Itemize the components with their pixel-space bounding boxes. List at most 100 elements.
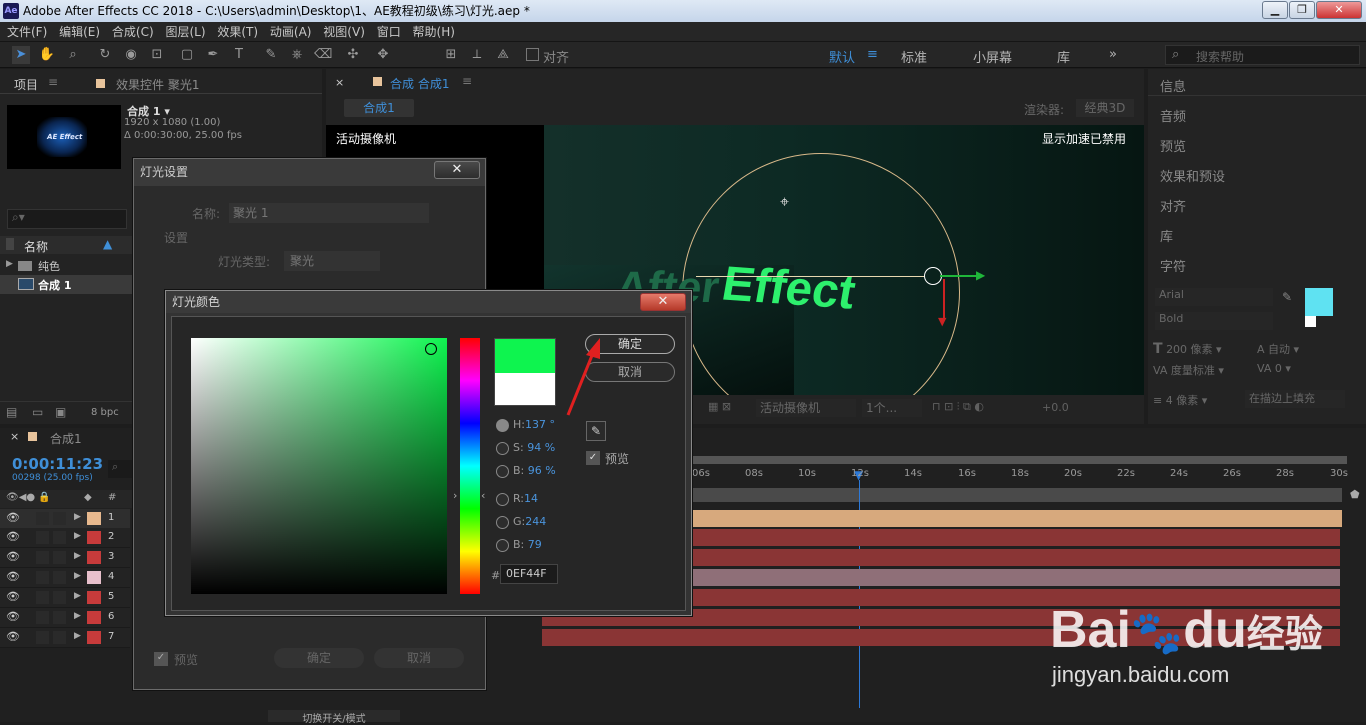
menu-composition[interactable]: 合成(C) [108,22,158,42]
effects-presets-panel-tab[interactable]: 效果和预设 [1160,166,1225,185]
solo-switch[interactable] [36,571,49,584]
menu-animation[interactable]: 动画(A) [266,22,316,42]
maximize-button[interactable]: ❐ [1289,1,1315,19]
view-axis-icon[interactable]: ⟁ [494,46,512,64]
blue-radio[interactable] [496,539,509,552]
workspace-menu-icon[interactable]: ≡ [867,47,878,62]
brightness-field[interactable]: B: 96 % [513,464,556,477]
hue-slider[interactable] [460,338,480,594]
layer-row[interactable]: 👁 ▶ 1 [0,509,130,529]
eyedropper-icon[interactable]: ✎ [1282,290,1292,304]
camera-dropdown[interactable]: 活动摄像机 [756,399,856,417]
stroke-width-field[interactable]: ≡ 4 像素 ▾ [1153,392,1207,408]
comp-marker-icon[interactable]: ⬟ [1350,488,1360,501]
expand-layer-icon[interactable]: ▶ [74,512,81,522]
world-axis-icon[interactable]: ⟂ [468,46,486,64]
solo-switch[interactable] [36,631,49,644]
light-name-field[interactable]: 聚光 1 [229,203,429,223]
workspace-small-screen[interactable]: 小屏幕 [973,47,1012,66]
libraries-panel-tab[interactable]: 库 [1160,226,1173,245]
expand-layer-icon[interactable]: ▶ [74,531,81,541]
timeline-search-input[interactable]: ⌕ [108,460,132,478]
cancel-button-disabled[interactable]: 取消 [374,648,464,668]
menu-layer[interactable]: 图层(L) [161,22,209,42]
leading-field[interactable]: A 自动 ▾ [1257,341,1299,357]
eyedropper-icon[interactable]: ✎ [586,421,606,441]
layer-label-color[interactable] [87,631,101,644]
workspace-default[interactable]: 默认 [829,47,855,66]
workspace-overflow-icon[interactable]: » [1109,47,1117,62]
minimize-button[interactable]: ▁ [1262,1,1288,19]
close-dialog-button[interactable]: ✕ [434,161,480,179]
stroke-mode-dropdown[interactable]: 在描边上填充 [1245,390,1345,408]
ok-button-disabled[interactable]: 确定 [274,648,364,668]
clone-stamp-tool-icon[interactable]: ⎈ [288,46,306,64]
bit-depth[interactable]: 8 bpc [91,407,119,418]
saturation-brightness-field[interactable] [191,338,447,594]
layer-row[interactable]: 👁 ▶ 4 [0,568,130,588]
close-dialog-button[interactable]: ✕ [640,293,686,311]
menu-edit[interactable]: 编辑(E) [55,22,104,42]
lock-switch[interactable] [53,631,66,644]
layer-label-color[interactable] [87,531,101,544]
local-axis-icon[interactable]: ⊞ [442,46,460,64]
layer-label-color[interactable] [87,551,101,564]
close-window-button[interactable]: ✕ [1316,1,1362,19]
exposure-value[interactable]: +0.0 [1042,401,1069,414]
y-axis-arrow[interactable] [943,279,945,319]
lock-switch[interactable] [53,551,66,564]
selection-tool-icon[interactable]: ➤ [12,46,30,64]
preview-checkbox[interactable]: ✓ [154,652,168,666]
new-folder-icon[interactable]: ▭ [32,405,43,419]
lock-switch[interactable] [53,512,66,525]
lock-switch[interactable] [53,611,66,624]
solo-switch[interactable] [36,591,49,604]
workspace-libraries[interactable]: 库 [1057,47,1070,66]
close-tab-icon[interactable]: × [335,76,344,89]
hue-field[interactable]: H:137 ° [513,418,555,431]
menu-effect[interactable]: 效果(T) [213,22,262,42]
visibility-eye-icon[interactable]: 👁 [6,511,20,524]
tab-timeline[interactable]: 合成1 [50,430,82,447]
layer-label-color[interactable] [87,512,101,525]
saturation-field[interactable]: S: 94 % [513,441,555,454]
project-item[interactable]: ▶ 纯色 [0,256,133,275]
solo-switch[interactable] [36,551,49,564]
solo-switch[interactable] [36,512,49,525]
visibility-eye-icon[interactable]: 👁 [6,590,20,603]
renderer-value[interactable]: 经典3D [1076,99,1134,117]
viewer-options-icons[interactable]: ⊓ ⊡ ⫶ ⧉ ◐ [932,400,984,414]
preview-panel-tab[interactable]: 预览 [1160,136,1186,155]
font-style-dropdown[interactable]: Bold [1155,312,1273,330]
no-fill-icon[interactable] [1305,316,1316,327]
layer-label-color[interactable] [87,591,101,604]
visibility-eye-icon[interactable]: 👁 [6,530,20,543]
red-field[interactable]: R:14 [513,492,538,505]
rotate-tool-icon[interactable]: ↻ [96,46,114,64]
visibility-eye-icon[interactable]: 👁 [6,610,20,623]
type-tool-icon[interactable]: T [230,46,248,64]
align-panel-tab[interactable]: 对齐 [1160,196,1186,215]
panel-menu-icon[interactable]: ≡ [48,75,58,89]
folder-expand-icon[interactable]: ▶ [6,259,13,269]
menu-view[interactable]: 视图(V) [319,22,369,42]
green-field[interactable]: G:244 [513,515,546,528]
point-of-interest-icon[interactable]: ⌖ [780,192,789,212]
puppet-tool-icon[interactable]: ✥ [374,46,392,64]
original-color-swatch[interactable] [495,373,555,405]
fill-color-swatch[interactable] [1305,288,1333,316]
eraser-tool-icon[interactable]: ⌫ [314,46,332,64]
align-checkbox[interactable] [526,48,539,61]
work-area-bar[interactable] [692,456,1347,464]
solo-switch[interactable] [36,611,49,624]
brush-tool-icon[interactable]: ✎ [262,46,280,64]
lock-switch[interactable] [53,571,66,584]
close-tab-icon[interactable]: × [10,430,19,443]
expand-layer-icon[interactable]: ▶ [74,571,81,581]
blue-field[interactable]: B: 79 [513,538,542,551]
grid-icon[interactable]: ▦ ⊠ [708,400,731,413]
lock-switch[interactable] [53,531,66,544]
menu-file[interactable]: 文件(F) [3,22,51,42]
expand-layer-icon[interactable]: ▶ [74,551,81,561]
light-type-dropdown[interactable]: 聚光 [284,251,380,271]
